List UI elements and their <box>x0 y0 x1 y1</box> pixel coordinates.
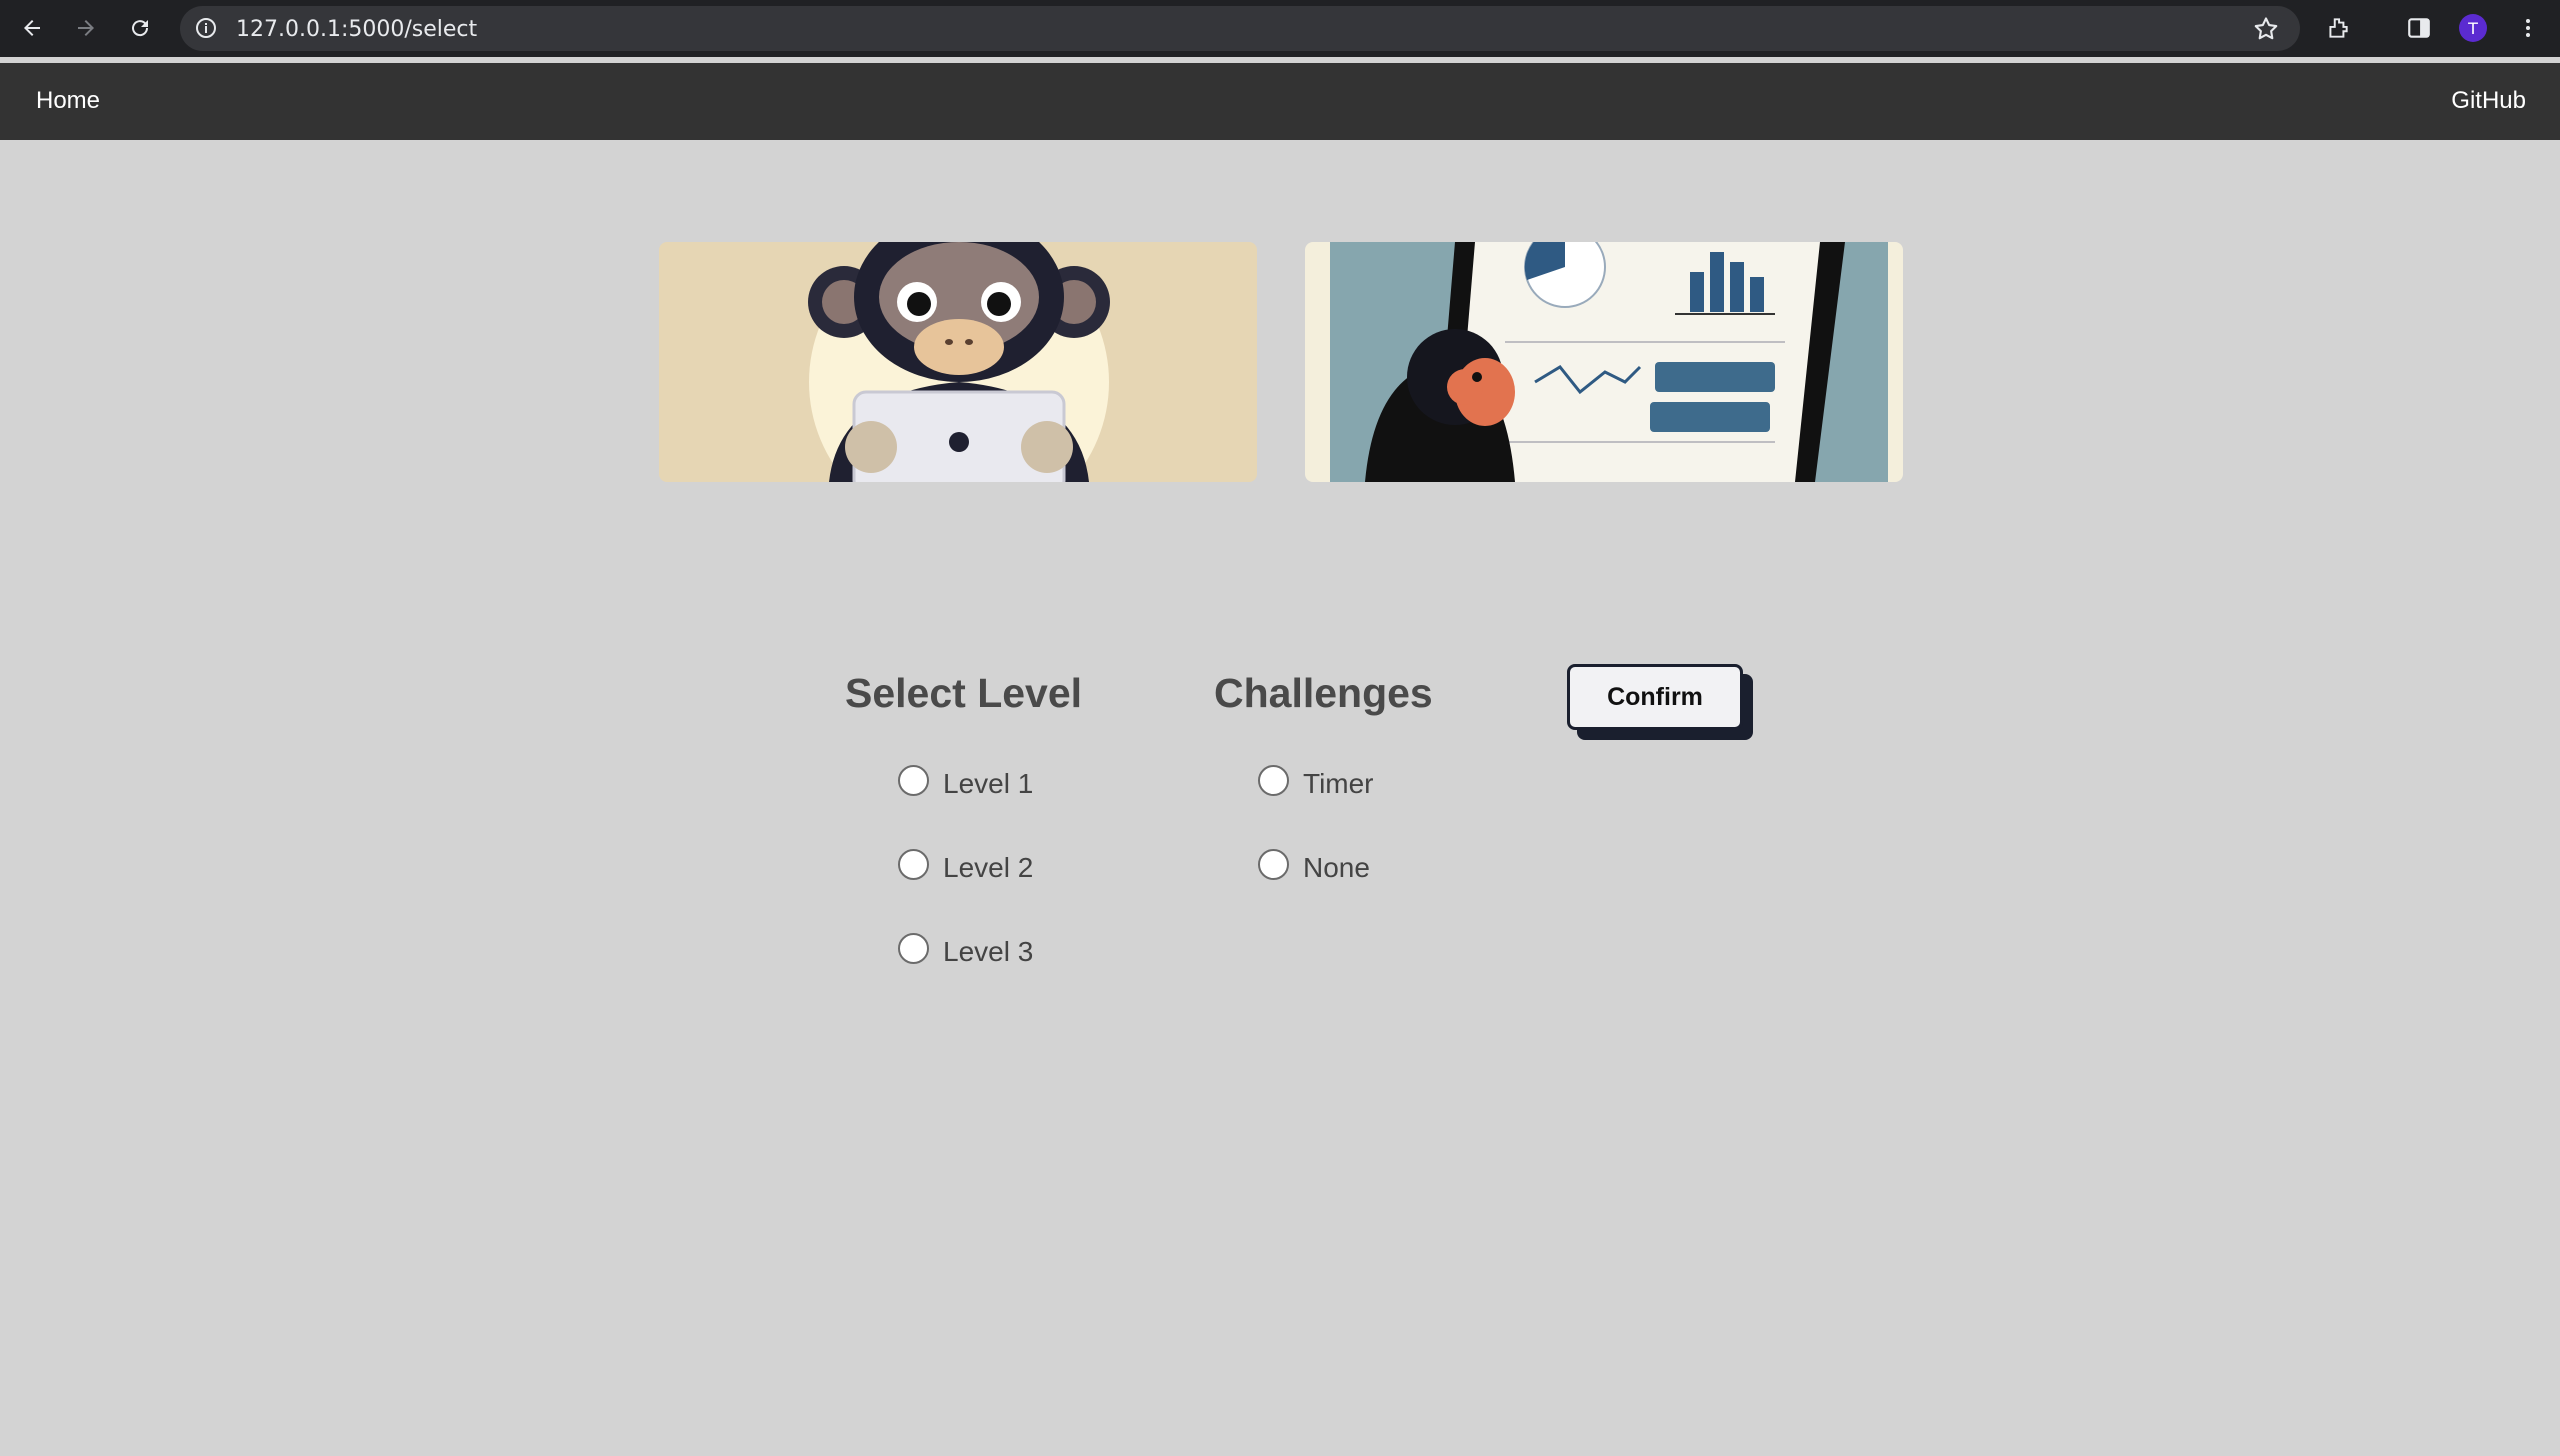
extensions-icon[interactable] <box>2322 12 2354 44</box>
home-link[interactable]: Home <box>36 87 100 115</box>
level-3-radio[interactable] <box>898 932 929 964</box>
level-1-label: Level 1 <box>943 768 1034 799</box>
address-bar[interactable]: 127.0.0.1:5000/select <box>180 6 2300 51</box>
none-label: None <box>1303 852 1370 883</box>
level-1-option[interactable]: Level 1 <box>898 760 1033 800</box>
confirm-button[interactable]: Confirm <box>1567 664 1743 730</box>
chimp-looking-at-dashboard-image <box>1305 242 1903 482</box>
back-icon[interactable] <box>16 12 48 44</box>
none-option[interactable]: None <box>1258 844 1370 884</box>
reload-icon[interactable] <box>124 12 156 44</box>
github-link[interactable]: GitHub <box>2451 87 2526 115</box>
none-radio[interactable] <box>1258 848 1289 880</box>
site-info-icon[interactable] <box>194 16 218 40</box>
site-navbar: Home GitHub <box>0 63 2560 140</box>
level-3-label: Level 3 <box>943 936 1034 967</box>
level-2-option[interactable]: Level 2 <box>898 844 1033 884</box>
level-2-radio[interactable] <box>898 848 929 880</box>
challenges-title: Challenges <box>1214 670 1433 716</box>
timer-option[interactable]: Timer <box>1258 760 1374 800</box>
url-text: 127.0.0.1:5000/select <box>236 17 478 42</box>
side-panel-icon[interactable] <box>2403 12 2435 44</box>
select-level-title: Select Level <box>845 670 1083 716</box>
confirm-button-wrapper: Confirm <box>1567 664 1753 742</box>
forward-icon[interactable] <box>70 12 102 44</box>
more-menu-icon[interactable] <box>2512 12 2544 44</box>
level-1-radio[interactable] <box>898 764 929 796</box>
profile-avatar[interactable]: T <box>2459 14 2487 42</box>
timer-radio[interactable] <box>1258 764 1289 796</box>
level-2-label: Level 2 <box>943 852 1034 883</box>
bookmark-star-icon[interactable] <box>2252 15 2280 43</box>
browser-toolbar: 127.0.0.1:5000/select T <box>0 0 2560 57</box>
level-3-option[interactable]: Level 3 <box>898 928 1033 968</box>
chimp-with-tablet-image <box>659 242 1257 482</box>
timer-label: Timer <box>1303 768 1374 799</box>
